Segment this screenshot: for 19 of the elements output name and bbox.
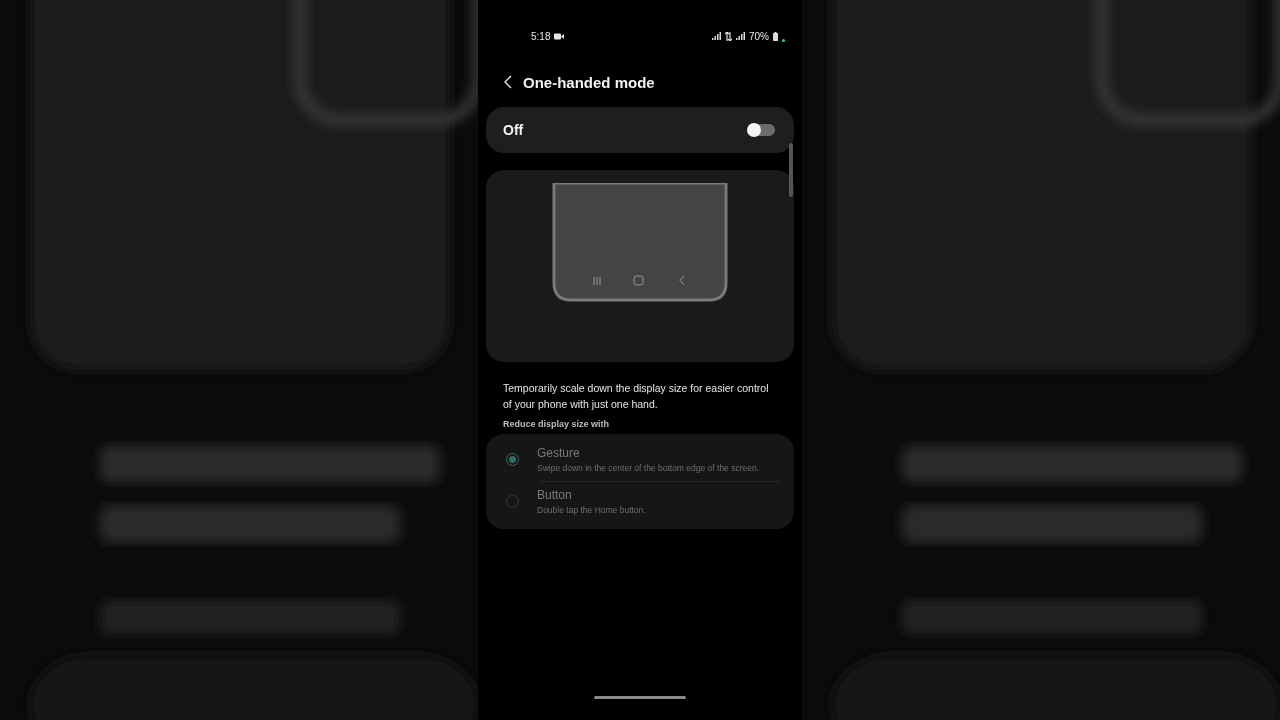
status-dot-icon [782,38,785,42]
option-description: Double tap the Home button. [537,504,647,516]
scroll-bar [789,143,793,197]
option-label: Gesture [537,446,581,460]
back-button[interactable] [504,75,512,89]
battery-percent: 70% [749,30,769,42]
data-transfer-icon [725,31,732,41]
description-text: Temporarily scale down the display size for easier control of your phone with just one hand. [503,381,770,412]
battery-icon [773,31,778,41]
clock-time: 5:18 [531,30,551,42]
option-label: Button [537,488,573,502]
section-title: Reduce display size with [503,419,611,429]
signal-icon [736,32,745,40]
option-description: Swipe down in the center of the bottom edge of the screen. [537,462,761,474]
page-title: One-handed mode [523,73,655,91]
video-camera-icon [554,32,565,40]
signal-icon [712,32,721,40]
switch-label: Off [503,122,524,138]
toggle-switch[interactable] [748,124,775,136]
